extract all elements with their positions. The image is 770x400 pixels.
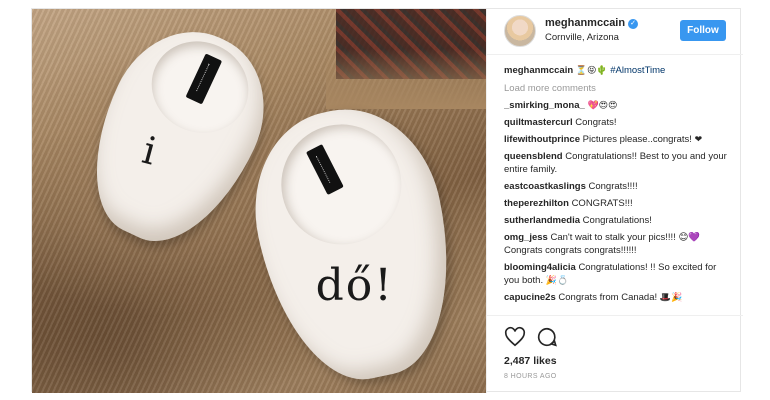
comment-item: capucine2s Congrats from Canada! 🎩🎉 — [504, 291, 730, 304]
comment-username[interactable]: capucine2s — [504, 292, 556, 303]
comment-username[interactable]: omg_jess — [504, 232, 548, 243]
instagram-post: i dő! meghanmccain ✓ Cornville, Arizona F… — [31, 8, 743, 393]
username[interactable]: meghanmccain ✓ — [545, 17, 639, 29]
right-slipper-text: dő! — [316, 260, 394, 311]
comment-text: Congrats! — [575, 117, 617, 128]
comment-item: quiltmastercurl Congrats! — [504, 116, 730, 129]
left-slipper-text: i — [137, 127, 162, 174]
comment-username[interactable]: sutherlandmedia — [504, 215, 580, 226]
hashtag-link[interactable]: #AlmostTime — [610, 65, 665, 76]
post-timestamp[interactable]: 8 HOURS AGO — [504, 373, 557, 380]
comment-username[interactable]: blooming4alicia — [504, 262, 576, 273]
post-sidebar: meghanmccain ✓ Cornville, Arizona Follow … — [486, 9, 743, 393]
comment-item: eastcoastkaslings Congrats!!!! — [504, 180, 730, 193]
comment-item: lifewithoutprince Pictures please..congr… — [504, 133, 730, 146]
comments-list: meghanmccain ⏳😝🌵 #AlmostTime Load more c… — [504, 64, 730, 316]
post-header: meghanmccain ✓ Cornville, Arizona Follow — [487, 9, 743, 55]
avatar[interactable] — [504, 15, 536, 47]
location[interactable]: Cornville, Arizona — [545, 32, 619, 43]
caption-emoji: ⏳😝🌵 — [575, 65, 608, 75]
comment-icon[interactable] — [536, 326, 558, 348]
comment-emoji: ❤ — [694, 134, 703, 144]
comment-item: sutherlandmedia Congratulations! — [504, 214, 730, 227]
comment-username[interactable]: lifewithoutprince — [504, 134, 580, 145]
comment-item: queensblend Congratulations!! Best to yo… — [504, 150, 730, 176]
comment-username[interactable]: _smirking_mona_ — [504, 100, 585, 111]
comment-text: Pictures please..congrats! — [582, 134, 692, 145]
post-photo[interactable]: i dő! — [32, 9, 486, 393]
comment-item: omg_jess Can't wait to stalk your pics!!… — [504, 231, 730, 257]
comment-item: blooming4alicia Congratulations! !! So e… — [504, 261, 730, 287]
comment-username[interactable]: theperezhilton — [504, 198, 569, 209]
verified-badge-icon: ✓ — [628, 19, 639, 29]
follow-button[interactable]: Follow — [680, 20, 726, 41]
caption-username[interactable]: meghanmccain — [504, 65, 573, 76]
like-count[interactable]: 2,487 likes — [504, 355, 557, 367]
comment-text: Congrats!!!! — [588, 181, 638, 192]
comment-username[interactable]: quiltmastercurl — [504, 117, 573, 128]
comment-username[interactable]: eastcoastkaslings — [504, 181, 586, 192]
rug-fade — [326, 49, 486, 109]
comment-username[interactable]: queensblend — [504, 151, 563, 162]
comment-emoji: 🎩🎉 — [659, 292, 683, 302]
comment-emoji: 💖😍😍 — [587, 100, 618, 110]
comment-text: Congratulations! — [582, 215, 652, 226]
heart-icon[interactable] — [504, 326, 526, 348]
comment-item: theperezhilton CONGRATS!!! — [504, 197, 730, 210]
comment-emoji: 🎉💍 — [545, 275, 569, 285]
right-slipper-word: dő! — [315, 259, 394, 311]
post-actions: 2,487 likes 8 HOURS AGO — [487, 315, 743, 393]
load-more-comments-button[interactable]: Load more comments — [504, 82, 730, 95]
comment-text: CONGRATS!!! — [571, 198, 633, 209]
caption: meghanmccain ⏳😝🌵 #AlmostTime — [504, 64, 730, 77]
comment-text: Congrats from Canada! — [558, 292, 658, 303]
comment-item: _smirking_mona_ 💖😍😍 — [504, 99, 730, 112]
